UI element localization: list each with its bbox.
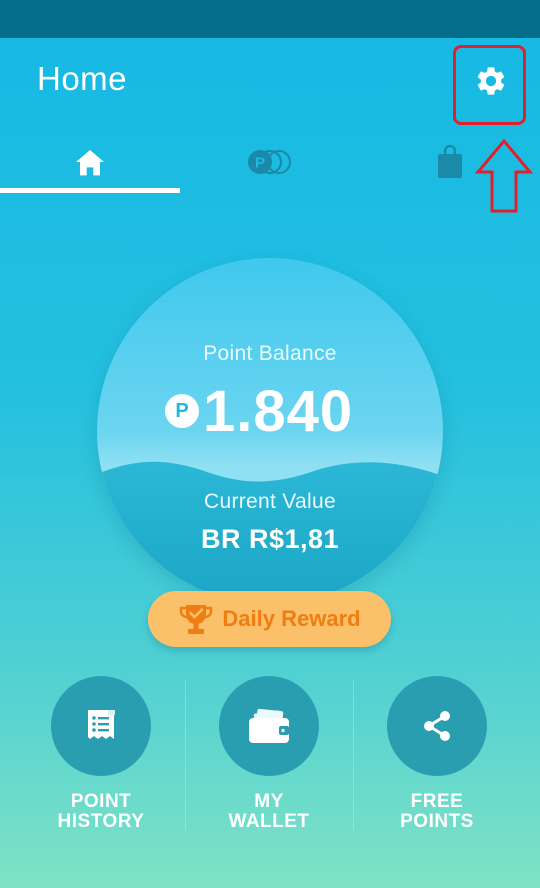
daily-reward-label: Daily Reward — [222, 606, 361, 631]
point-history-label-line1: POINT — [70, 791, 132, 812]
share-icon — [424, 711, 450, 741]
tab-bar: P — [0, 130, 540, 194]
point-balance-number: 1.840 — [203, 378, 354, 444]
page-title: Home — [37, 60, 128, 97]
settings-highlight-box — [453, 45, 526, 125]
trophy-icon — [180, 605, 213, 634]
wallet-icon — [249, 708, 289, 743]
free-points-button[interactable]: FREE POINTS — [352, 676, 522, 832]
point-balance-value: P 1.840 — [165, 376, 353, 446]
svg-text:P: P — [255, 155, 265, 172]
home-icon — [76, 150, 104, 176]
point-symbol-icon: P — [165, 394, 199, 428]
receipt-list-icon — [88, 710, 115, 739]
my-wallet-button[interactable]: MY WALLET — [184, 676, 354, 832]
my-wallet-label-line2: WALLET — [228, 811, 310, 832]
tab-shop[interactable] — [360, 130, 540, 194]
current-value-label: Current Value — [204, 490, 336, 513]
shopping-bag-icon — [438, 145, 462, 178]
daily-reward-button[interactable]: Daily Reward — [148, 591, 391, 647]
free-points-label-line1: FREE — [410, 791, 464, 812]
tab-points[interactable]: P — [180, 130, 360, 194]
free-points-circle — [387, 676, 487, 776]
my-wallet-circle — [219, 676, 319, 776]
tab-home[interactable] — [0, 130, 180, 194]
points-coins-icon: P — [248, 149, 291, 175]
status-bar — [0, 0, 540, 38]
point-balance-label: Point Balance — [203, 342, 337, 365]
current-value-amount: BR R$1,81 — [200, 524, 340, 554]
point-history-circle — [51, 676, 151, 776]
point-history-label-line2: HISTORY — [57, 811, 145, 832]
free-points-label-line2: POINTS — [400, 811, 474, 832]
point-history-button[interactable]: POINT HISTORY — [16, 676, 186, 832]
my-wallet-label-line1: MY — [254, 791, 284, 812]
active-tab-indicator — [0, 188, 180, 193]
